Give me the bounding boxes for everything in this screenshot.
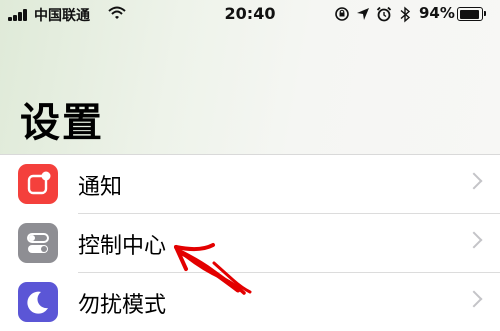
chevron-right-icon [465,290,483,308]
settings-row-notifications[interactable]: 通知 [0,155,500,213]
settings-row-do-not-disturb[interactable]: 勿扰模式 [0,273,500,331]
chevron-right-icon [465,231,483,249]
control-center-icon [18,223,58,263]
alarm-icon [376,6,392,22]
settings-list: 通知 控制中心 勿扰模式 [0,154,500,328]
orientation-lock-icon [335,7,349,21]
location-icon [357,8,369,20]
status-bar: 中国联通 20:40 94% [0,0,500,30]
battery-percent: 94% [419,4,455,22]
bluetooth-icon [400,6,411,23]
battery-icon [457,7,486,21]
notifications-icon [18,164,58,204]
chevron-right-icon [465,172,483,190]
settings-row-label: 勿扰模式 [78,293,167,318]
page-title: 设置 [20,100,104,146]
settings-row-label: 通知 [78,175,123,200]
do-not-disturb-icon [18,282,58,322]
settings-row-control-center[interactable]: 控制中心 [0,214,500,272]
settings-row-label: 控制中心 [78,234,167,259]
